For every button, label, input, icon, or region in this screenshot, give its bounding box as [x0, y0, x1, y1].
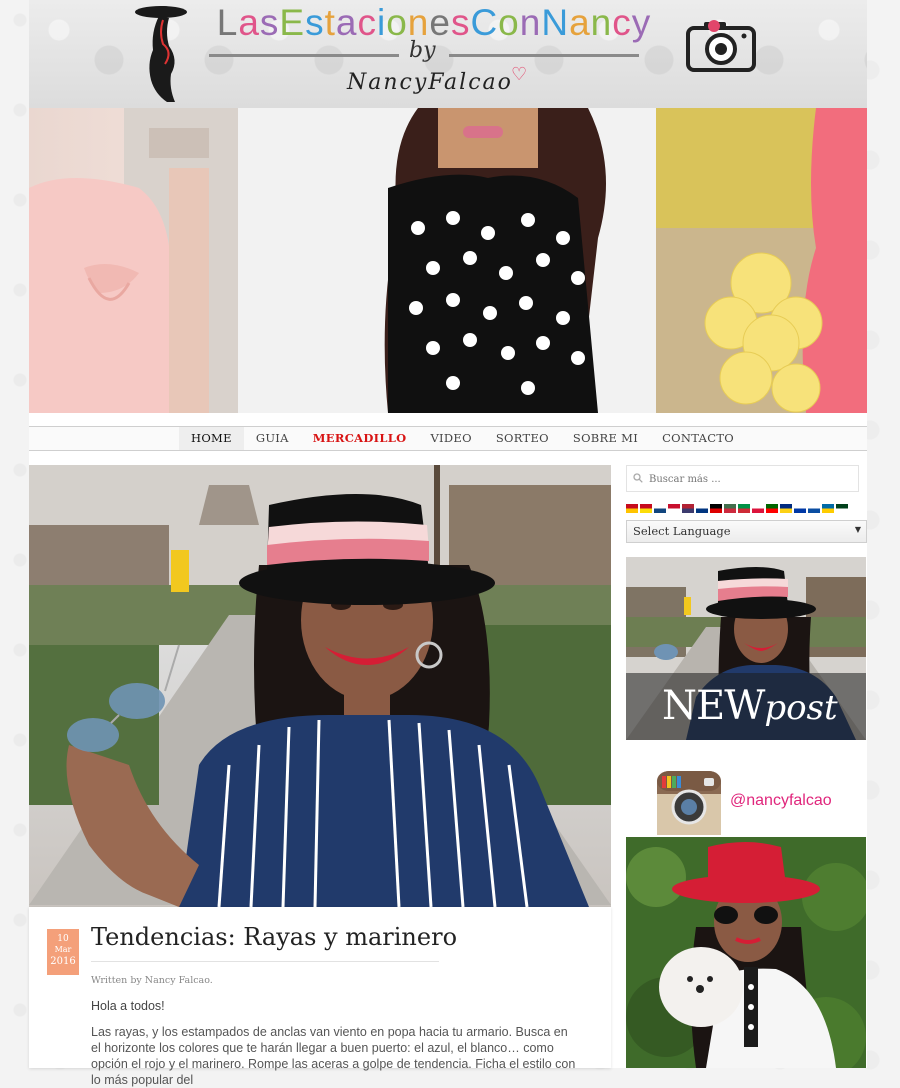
post-featured-image[interactable]: [29, 465, 611, 907]
logo-letter: a: [569, 2, 591, 43]
search-input[interactable]: [647, 469, 851, 489]
post-card: 10 Mar 2016 Tendencias: Rayas y marinero…: [29, 907, 611, 1087]
logo-letter: N: [541, 2, 570, 43]
post-date-year: 2016: [50, 956, 76, 967]
banner-photo-pink-dress: [29, 108, 238, 413]
nav-item-mercadillo[interactable]: MERCADILLO: [301, 427, 419, 450]
main-nav: HOME GUIA MERCADILLO VIDEO SORTEO SOBRE …: [29, 426, 867, 451]
header-banner: [29, 108, 867, 413]
post-byline: Written by Nancy Falcao.: [91, 975, 213, 986]
logo-letter: a: [238, 2, 260, 43]
logo-letter: o: [498, 2, 520, 43]
nav-item-video[interactable]: VIDEO: [418, 427, 483, 450]
sidebar-search: [626, 465, 859, 492]
logo-letter: C: [470, 2, 499, 43]
banner-photo-sunflowers: [656, 108, 867, 413]
new-post-label-post: post: [764, 688, 838, 728]
logo-line-left: [209, 54, 399, 57]
post-title[interactable]: Tendencias: Rayas y marinero: [91, 923, 457, 951]
logo-letter: s: [305, 2, 325, 43]
logo-letter: t: [324, 2, 336, 43]
search-icon[interactable]: [633, 473, 643, 483]
logo-line-right: [449, 54, 639, 57]
instagram-photo[interactable]: [626, 837, 866, 1068]
new-post-label: NEWpost: [662, 683, 838, 729]
nav-item-guia[interactable]: GUIA: [244, 427, 301, 450]
instagram-icon[interactable]: [656, 770, 722, 836]
language-flag-icon[interactable]: [640, 504, 652, 513]
heart-icon: ♡: [511, 64, 528, 84]
chevron-down-icon: ▼: [854, 525, 861, 534]
language-flag-icon[interactable]: [626, 504, 638, 513]
title-divider: [91, 961, 439, 962]
language-flag-icon[interactable]: [654, 504, 666, 513]
language-flag-icon[interactable]: [766, 504, 778, 513]
logo-letter: o: [386, 2, 408, 43]
logo-letter: c: [357, 2, 377, 43]
logo-author: NancyFalcao: [347, 70, 513, 95]
language-flag-icon[interactable]: [780, 504, 792, 513]
nav-item-contacto[interactable]: CONTACTO: [650, 427, 746, 450]
language-flag-icon[interactable]: [682, 504, 694, 513]
logo-letter: E: [279, 2, 306, 43]
nav-item-sobre-mi[interactable]: SOBRE MI: [561, 427, 650, 450]
language-flag-icon[interactable]: [710, 504, 722, 513]
banner-photo-polka-dot: [238, 108, 656, 413]
new-post-widget[interactable]: NEWpost: [626, 557, 866, 740]
language-flag-icon[interactable]: [794, 504, 806, 513]
logo-letter: a: [335, 2, 358, 43]
camera-icon: [686, 20, 756, 72]
language-select[interactable]: Select Language ▼: [626, 520, 867, 543]
logo-letter: y: [631, 2, 652, 43]
language-flag-icon[interactable]: [724, 504, 736, 513]
post-greeting: Hola a todos!: [91, 999, 165, 1013]
logo-letter: s: [450, 2, 471, 43]
post-date-month: Mar: [54, 945, 72, 954]
logo-letter: L: [216, 2, 239, 43]
post-date-day: 10: [57, 934, 69, 944]
language-select-value: Select Language: [633, 524, 731, 538]
logo-by: by: [409, 38, 436, 63]
logo-letter: c: [612, 2, 632, 43]
logo-letter: n: [590, 2, 613, 43]
language-flag-icon[interactable]: [836, 504, 848, 513]
logo-letter: n: [519, 2, 542, 43]
language-flag-icon[interactable]: [696, 504, 708, 513]
page: LasEstacionesConNancy by NancyFalcao ♡ H…: [29, 0, 867, 1087]
logo-letter: s: [259, 2, 280, 43]
language-flag-icon[interactable]: [668, 504, 680, 513]
post-body: Las rayas, y los estampados de anclas va…: [91, 1025, 576, 1087]
language-flag-icon[interactable]: [752, 504, 764, 513]
language-flags: [626, 504, 848, 513]
lady-silhouette-logo[interactable]: [129, 2, 199, 104]
site-header: LasEstacionesConNancy by NancyFalcao ♡: [29, 0, 867, 108]
instagram-handle[interactable]: @nancyfalcao: [730, 792, 832, 810]
language-flag-icon[interactable]: [808, 504, 820, 513]
language-flag-icon[interactable]: [738, 504, 750, 513]
post-date-badge: 10 Mar 2016: [47, 929, 79, 975]
nav-item-home[interactable]: HOME: [179, 427, 244, 450]
logo-letter: i: [376, 2, 387, 43]
nav-item-sorteo[interactable]: SORTEO: [484, 427, 561, 450]
new-post-label-new: NEW: [662, 683, 765, 729]
language-flag-icon[interactable]: [822, 504, 834, 513]
